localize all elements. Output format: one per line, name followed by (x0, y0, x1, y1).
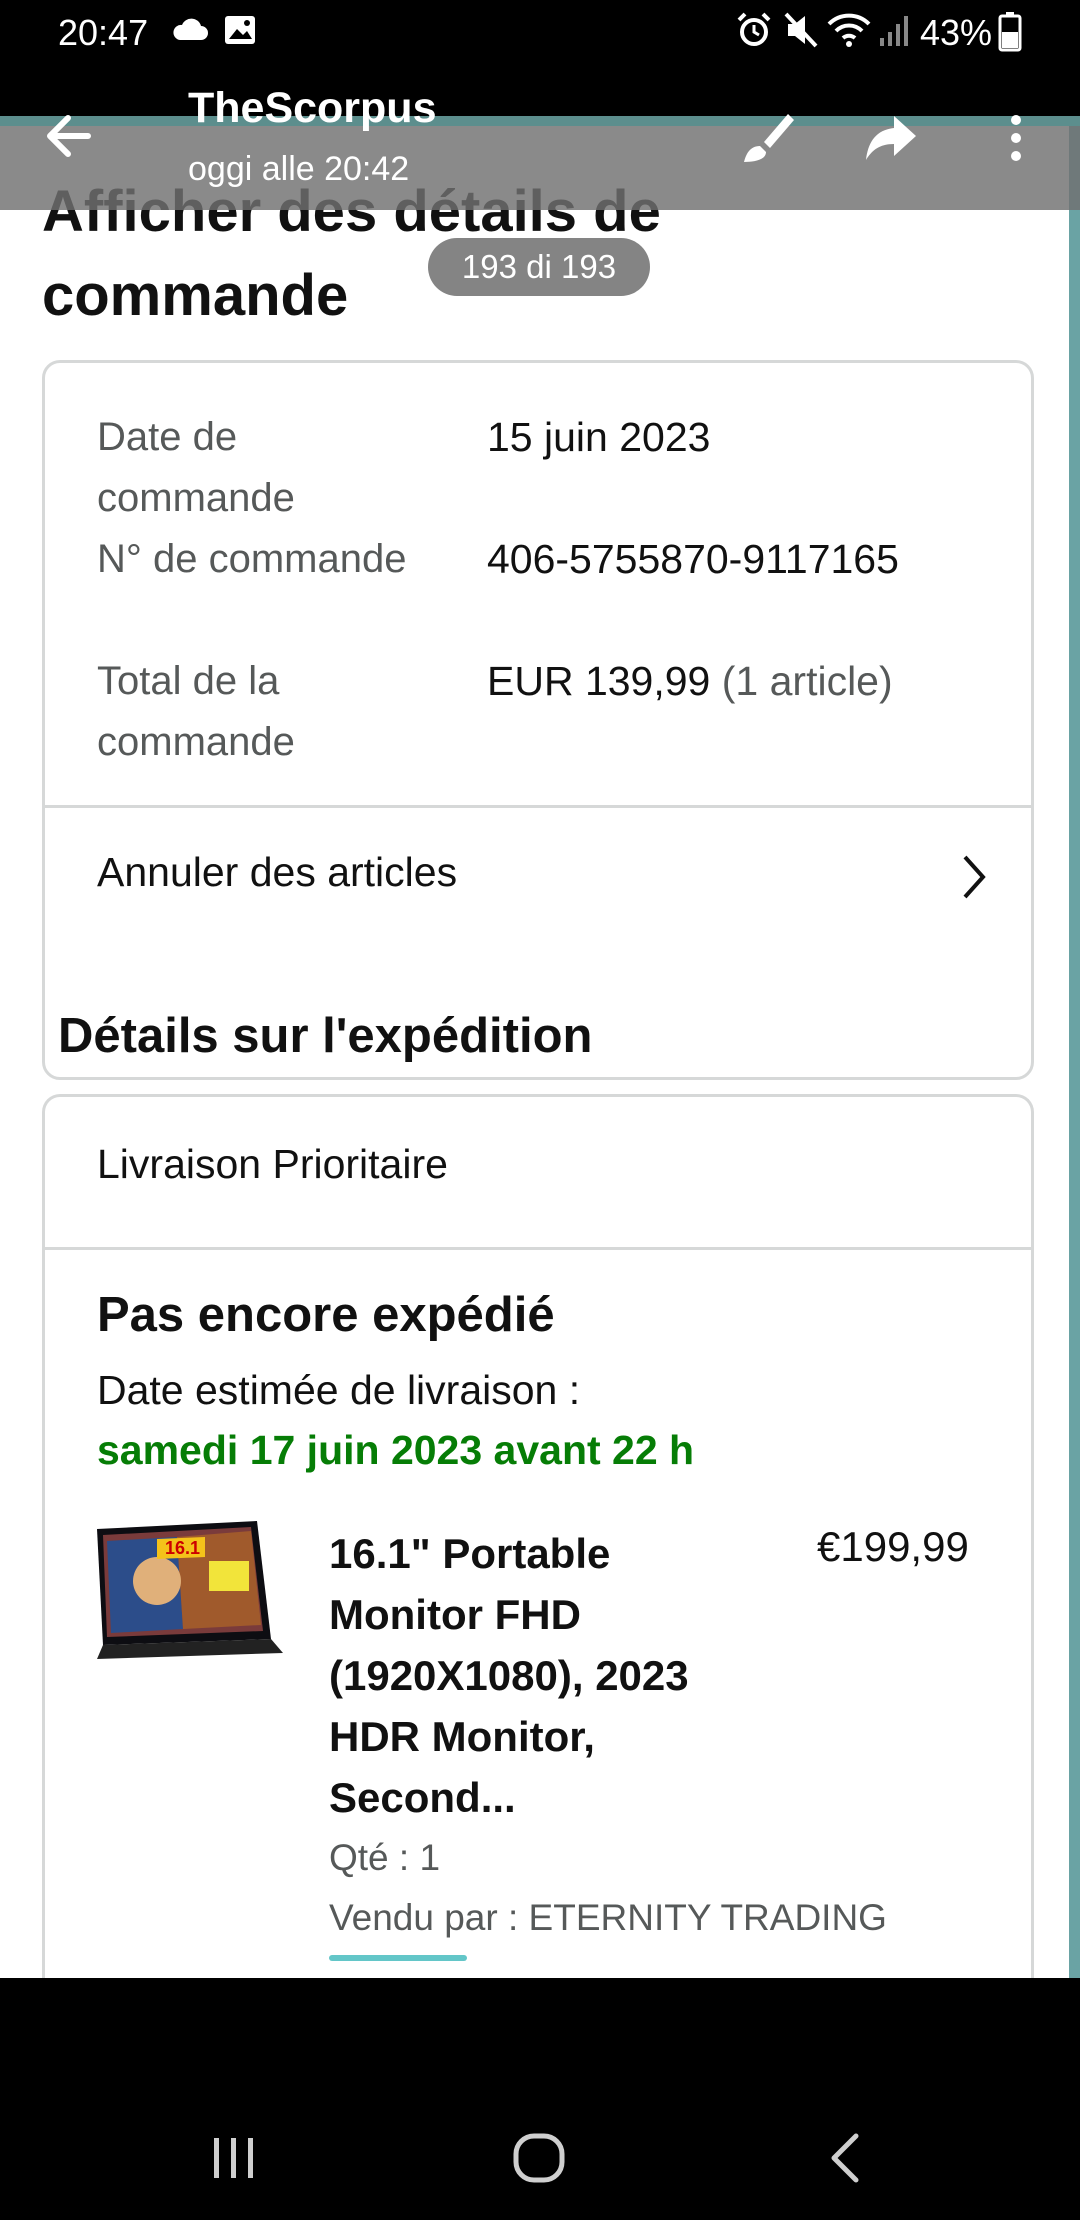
shipping-details-heading: Détails sur l'expédition (58, 1009, 593, 1063)
product-image[interactable]: 16.1 (97, 1521, 283, 1661)
recent-apps-icon[interactable] (204, 2128, 264, 2188)
order-date-value: 15 juin 2023 (487, 414, 711, 460)
status-bar: 20:47 43% (0, 0, 1080, 64)
product-price: €199,99 (817, 1523, 969, 1570)
order-date-label: Date de commande (97, 415, 295, 520)
image-counter: 193 di 193 (428, 238, 650, 296)
cancel-items-row[interactable]: Annuler des articles (45, 805, 1031, 955)
battery-percent: 43% (920, 12, 993, 53)
status-time: 20:47 (58, 12, 149, 53)
gallery-icon (225, 16, 255, 44)
product-title-link[interactable]: 16.1" Portable Monitor FHD (1920X1080), … (329, 1523, 759, 1828)
action-button-edge (329, 1955, 467, 1961)
cloud-icon (173, 18, 208, 40)
card-divider (45, 1247, 1031, 1250)
sender-name: TheScorpus (188, 84, 437, 132)
signal-icon (880, 16, 908, 46)
product-image-badge: 16.1 (165, 1538, 200, 1558)
product-seller: Vendu par : ETERNITY TRADING (329, 1897, 887, 1938)
back-nav-icon[interactable] (818, 2128, 878, 2188)
sent-timestamp: oggi alle 20:42 (188, 150, 410, 188)
order-number-value: 406-5755870-9117165 (487, 536, 899, 582)
order-number-label: N° de commande (97, 537, 407, 581)
order-summary-card: Date de commande 15 juin 2023 N° de comm… (42, 360, 1034, 1080)
mute-icon (784, 12, 818, 48)
more-vert-icon[interactable] (998, 108, 1034, 168)
home-icon[interactable] (508, 2128, 572, 2188)
order-total-amount: EUR 139,99 (487, 658, 711, 704)
estimated-delivery-label: Date estimée de livraison : (97, 1367, 581, 1413)
battery-icon (998, 12, 1022, 52)
product-quantity: Qté : 1 (329, 1837, 441, 1878)
back-arrow-icon[interactable] (38, 104, 108, 168)
share-icon[interactable] (862, 108, 922, 168)
order-details-page: Afficher des détails de commande Date de… (0, 116, 1069, 1994)
order-total-label: Total de la commande (97, 659, 295, 764)
photo-viewer-image: Afficher des détails de commande Date de… (0, 116, 1080, 1994)
shipment-status: Pas encore expédié (97, 1288, 555, 1342)
brush-icon[interactable] (736, 108, 796, 168)
estimated-delivery-date: samedi 17 juin 2023 avant 22 h (97, 1427, 695, 1473)
shipping-method: Livraison Prioritaire (97, 1141, 448, 1187)
phone-screen: 20:47 43% Afficher des détails de comman… (0, 0, 1080, 2220)
wifi-icon (827, 13, 871, 47)
order-total-value: EUR 139,99 (1 article) (487, 651, 893, 712)
chevron-right-icon (963, 855, 986, 899)
shipment-card: Livraison Prioritaire Pas encore expédié… (42, 1094, 1034, 1994)
cancel-items-label: Annuler des articles (97, 849, 458, 895)
alarm-icon (737, 12, 771, 46)
order-total-items: (1 article) (721, 658, 893, 704)
navigation-bar (0, 1978, 1080, 2220)
